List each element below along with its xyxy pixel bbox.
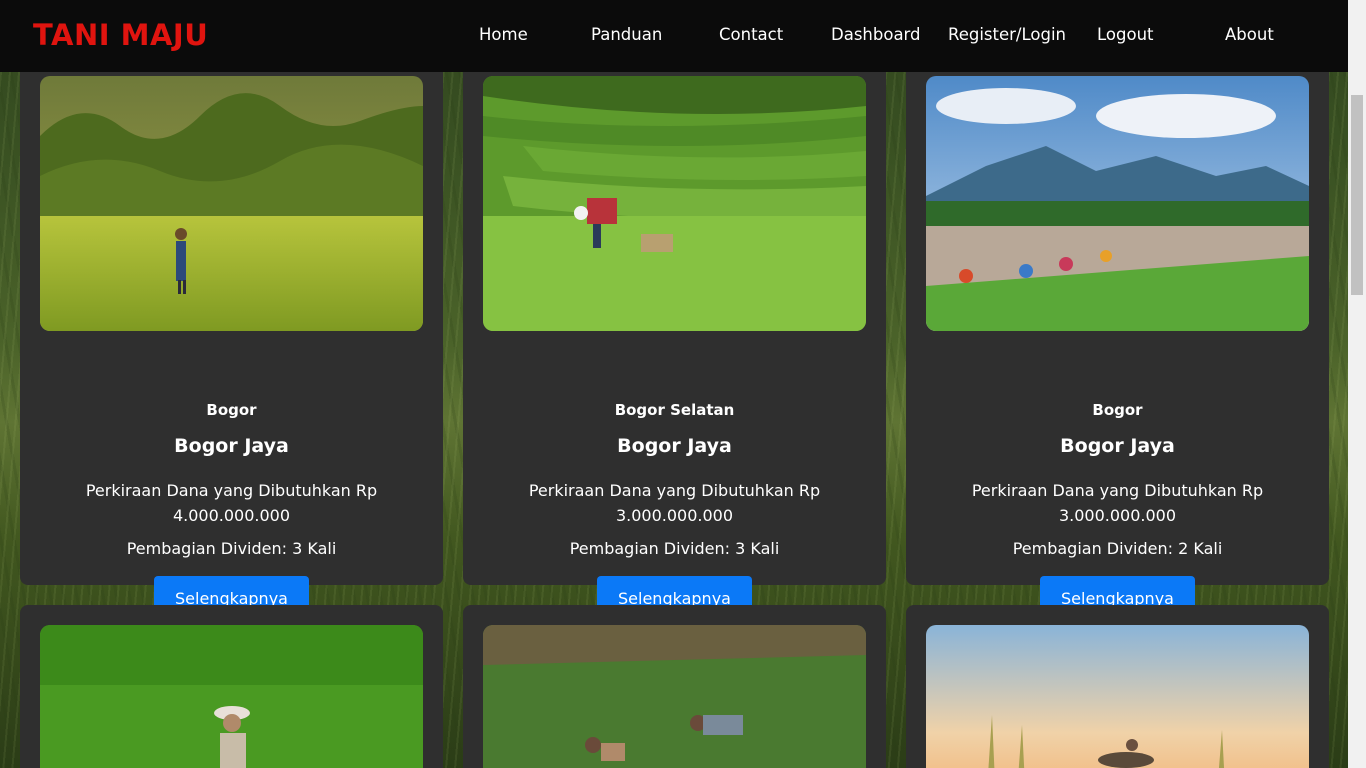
nav-contact[interactable]: Contact: [719, 25, 783, 44]
card-dividend: Pembagian Dividen: 2 Kali: [1012, 539, 1223, 558]
brand-logo[interactable]: TANI MAJU: [33, 18, 208, 52]
navbar: TANI MAJU Home Panduan Contact Dashboard…: [0, 0, 1348, 72]
nav-about[interactable]: About: [1225, 25, 1274, 44]
nav-home[interactable]: Home: [479, 25, 528, 44]
farmer-field-illustration: [40, 76, 423, 331]
card-dividend: Pembagian Dividen: 3 Kali: [126, 539, 337, 558]
project-card-1: Bogor Bogor Jaya Perkiraan Dana yang Dib…: [20, 56, 443, 621]
card-location: Bogor: [206, 401, 257, 419]
card-image-sunset-farmer: [926, 625, 1309, 768]
card-fund-estimate: Perkiraan Dana yang Dibutuhkan Rp 3.000.…: [528, 481, 821, 525]
card-location: Bogor Selatan: [614, 401, 735, 419]
page: TANI MAJU Home Panduan Contact Dashboard…: [0, 0, 1366, 768]
project-card-4: [20, 605, 443, 768]
card-image-two-farmers: [483, 625, 866, 768]
sunset-illustration: [926, 625, 1309, 768]
page-scrollbar[interactable]: [1348, 0, 1366, 768]
project-card-5: [463, 605, 886, 768]
card-fund-estimate: Perkiraan Dana yang Dibutuhkan Rp 4.000.…: [85, 481, 378, 525]
nav-dashboard[interactable]: Dashboard: [831, 25, 921, 44]
card-title: Bogor Jaya: [617, 435, 732, 457]
card-location: Bogor: [1092, 401, 1143, 419]
project-card-2: Bogor Selatan Bogor Jaya Perkiraan Dana …: [463, 56, 886, 621]
card-title: Bogor Jaya: [174, 435, 289, 457]
card-dividend: Pembagian Dividen: 3 Kali: [569, 539, 780, 558]
project-card-6: [906, 605, 1329, 768]
rice-terraces-illustration: [483, 76, 866, 331]
card-image-rice-terraces: [483, 76, 866, 331]
nav-logout[interactable]: Logout: [1097, 25, 1154, 44]
card-image-farmer-field: [40, 76, 423, 331]
card-image-green-field-farmer: [40, 625, 423, 768]
nav-panduan[interactable]: Panduan: [591, 25, 662, 44]
card-title: Bogor Jaya: [1060, 435, 1175, 457]
planting-rows-illustration: [926, 76, 1309, 331]
project-card-3: Bogor Bogor Jaya Perkiraan Dana yang Dib…: [906, 56, 1329, 621]
card-image-planting-rows: [926, 76, 1309, 331]
card-fund-estimate: Perkiraan Dana yang Dibutuhkan Rp 3.000.…: [971, 481, 1264, 525]
nav-register-login[interactable]: Register/Login: [948, 25, 1066, 44]
green-field-illustration: [40, 625, 423, 768]
scrollbar-thumb[interactable]: [1351, 95, 1363, 295]
two-farmers-illustration: [483, 625, 866, 768]
